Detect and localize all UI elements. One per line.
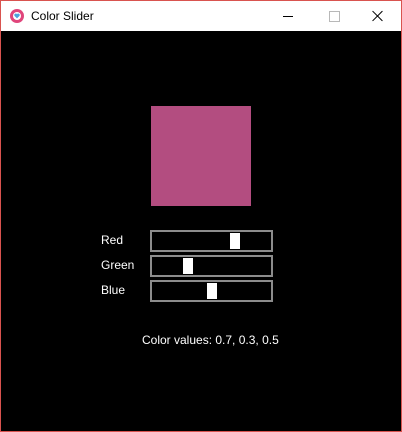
maximize-icon: [328, 10, 340, 22]
app-window: Color Slider Red Green Blue Color values…: [0, 0, 402, 432]
color-preview-swatch: [151, 106, 251, 206]
red-slider-thumb[interactable]: [230, 233, 240, 249]
close-icon: [372, 10, 384, 22]
close-button[interactable]: [355, 1, 401, 31]
maximize-button[interactable]: [311, 1, 357, 31]
window-title: Color Slider: [31, 9, 94, 23]
minimize-icon: [283, 15, 293, 17]
blue-slider-label: Blue: [101, 283, 126, 297]
red-slider[interactable]: [150, 230, 273, 252]
title-bar[interactable]: Color Slider: [1, 1, 401, 31]
color-values-readout: Color values: 0.7, 0.3, 0.5: [142, 333, 279, 347]
green-slider-label: Green: [101, 258, 135, 272]
app-heart-icon: [10, 9, 24, 23]
blue-slider[interactable]: [150, 280, 273, 302]
green-slider[interactable]: [150, 255, 273, 277]
minimize-button[interactable]: [265, 1, 311, 31]
red-slider-label: Red: [101, 233, 124, 247]
green-slider-thumb[interactable]: [183, 258, 193, 274]
blue-slider-thumb[interactable]: [207, 283, 217, 299]
heart-icon: [14, 13, 20, 19]
